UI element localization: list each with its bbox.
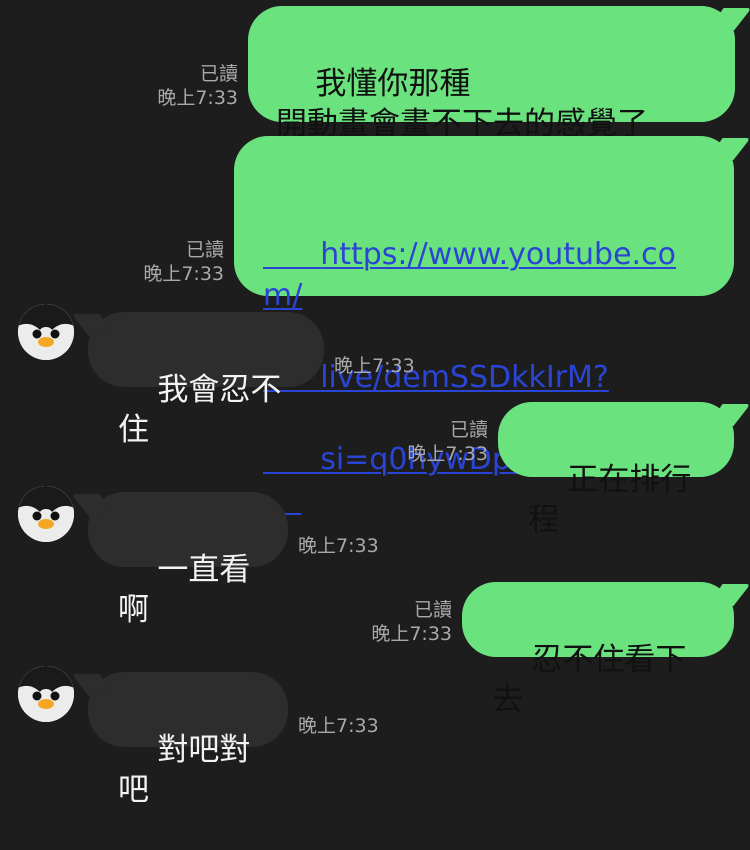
message-meta: 已讀 晚上7:33 — [344, 598, 452, 646]
message-bubble-outgoing[interactable]: 正在排行程 — [498, 402, 734, 538]
avatar[interactable] — [18, 666, 74, 722]
message-time: 晚上7:33 — [371, 623, 452, 645]
read-receipt: 已讀 — [185, 239, 224, 261]
read-receipt: 已讀 — [413, 599, 452, 621]
message-text: 正在排行程 — [528, 462, 692, 538]
message-bubble-incoming[interactable]: 對吧對吧 — [88, 672, 288, 808]
chat-thread[interactable]: 已讀 晚上7:33 我懂你那種 開動畫會畫不下去的感覺了 已讀 晚上7:33 h… — [0, 0, 750, 808]
message-text: 對吧對吧 — [118, 732, 251, 808]
message-text: 我會忍不住 — [118, 372, 282, 448]
avatar[interactable] — [18, 486, 74, 542]
message-text: 忍不住看下去 — [492, 642, 687, 718]
message-time: 晚上7:33 — [143, 263, 224, 285]
message-text: 我懂你那種 開動畫會畫不下去的感覺了 — [276, 66, 648, 142]
message-bubble-incoming[interactable]: 我會忍不住 — [88, 312, 324, 448]
message-meta: 已讀 晚上7:33 — [116, 238, 224, 286]
message-bubble-incoming[interactable]: 一直看啊 — [88, 492, 288, 628]
message-time: 晚上7:33 — [407, 443, 488, 465]
read-receipt: 已讀 — [449, 419, 488, 441]
message-time: 晚上7:33 — [157, 87, 238, 109]
read-receipt: 已讀 — [199, 63, 238, 85]
message-meta: 已讀 晚上7:33 — [130, 62, 238, 110]
message-bubble-outgoing[interactable]: 忍不住看下去 — [462, 582, 734, 718]
penguin-icon — [18, 666, 74, 722]
message-bubble-outgoing[interactable]: 我懂你那種 開動畫會畫不下去的感覺了 — [248, 6, 735, 142]
avatar[interactable] — [18, 304, 74, 360]
message-text: 一直看啊 — [118, 552, 251, 628]
message-time: 晚上7:33 — [298, 535, 379, 557]
penguin-icon — [18, 304, 74, 360]
link-line: https://www.youtube.com/ — [263, 237, 676, 313]
penguin-icon — [18, 486, 74, 542]
message-bubble-outgoing[interactable]: https://www.youtube.com/ live/demSSDkkIr… — [234, 136, 734, 477]
message-time: 晚上7:33 — [298, 715, 379, 737]
message-meta: 已讀 晚上7:33 — [380, 418, 488, 466]
message-time: 晚上7:33 — [334, 355, 415, 377]
